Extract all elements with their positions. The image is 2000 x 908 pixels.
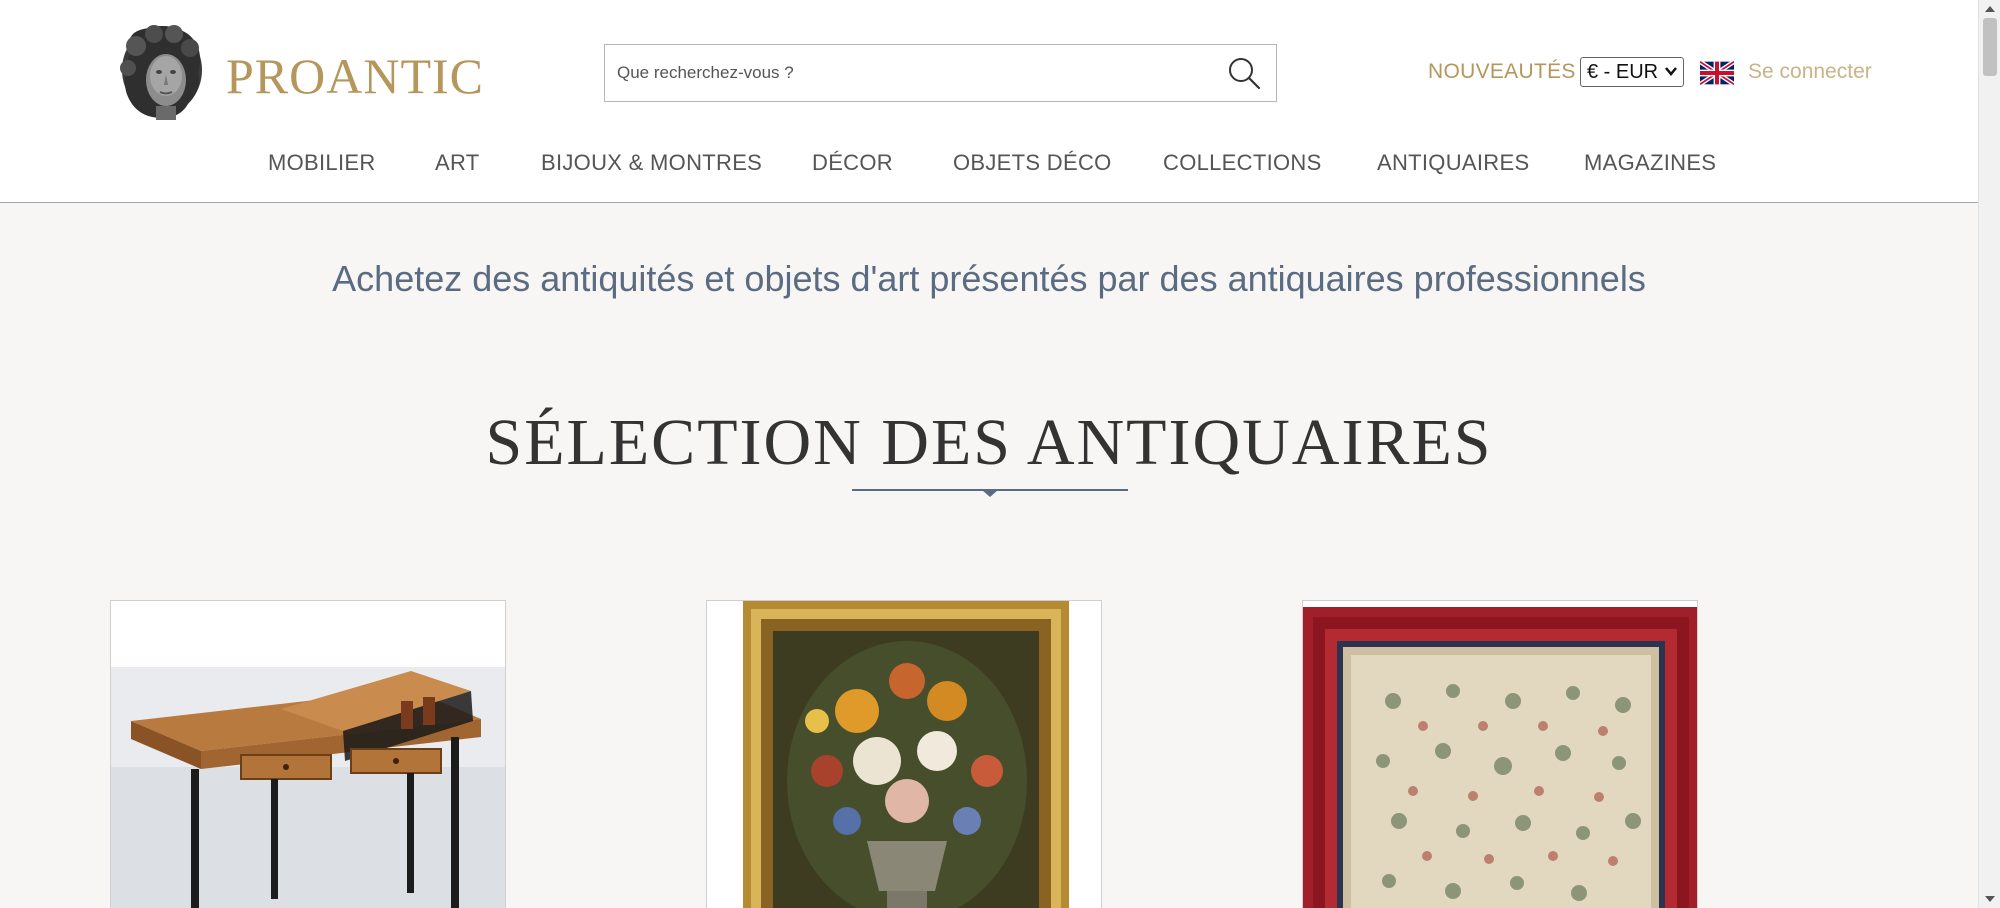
product-card-painting[interactable] [706,600,1102,908]
nav-item-art[interactable]: ART [435,150,480,176]
nav-item-bijoux-montres[interactable]: BIJOUX & MONTRES [541,150,762,176]
nav-item-objets-deco[interactable]: OBJETS DÉCO [953,150,1112,176]
product-image-painting [707,601,1101,908]
nav-item-collections[interactable]: COLLECTIONS [1163,150,1322,176]
flag-uk-icon[interactable] [1700,60,1734,86]
product-image-rug [1303,601,1697,908]
section-title: SÉLECTION DES ANTIQUAIRES [485,406,1493,479]
search-input[interactable] [605,45,1205,101]
main-nav: MOBILIER ART BIJOUX & MONTRES DÉCOR OBJE… [0,150,1978,180]
nav-item-antiquaires[interactable]: ANTIQUAIRES [1377,150,1529,176]
login-link[interactable]: Se connecter [1748,60,1872,84]
nav-item-decor[interactable]: DÉCOR [812,150,893,176]
logo-text: PROANTIC [226,48,485,104]
new-arrivals-link[interactable]: NOUVEAUTÉS [1428,60,1576,84]
chevron-down-icon [1665,67,1677,76]
search-box [604,44,1277,102]
title-underline-divider [852,489,1128,497]
logo-bust-icon [120,25,202,120]
scroll-down-arrow-icon[interactable] [1985,896,1995,904]
vertical-scrollbar[interactable] [1978,0,2000,908]
search-icon[interactable] [1226,55,1262,91]
product-card-desk[interactable] [110,600,506,908]
scroll-up-arrow-icon[interactable] [1985,4,1995,12]
tagline: Achetez des antiquités et objets d'art p… [332,258,1646,299]
scrollbar-thumb[interactable] [1983,18,1997,76]
nav-item-mobilier[interactable]: MOBILIER [268,150,376,176]
currency-value: € - EUR [1587,60,1659,83]
product-image-desk [111,601,505,908]
product-card-rug[interactable] [1302,600,1698,908]
site-header: PROANTIC NOUVEAUTÉS € - EUR Se connecter… [0,0,1978,203]
nav-item-magazines[interactable]: MAGAZINES [1584,150,1716,176]
currency-select[interactable]: € - EUR [1580,57,1684,87]
logo-link[interactable]: PROANTIC [110,20,483,122]
